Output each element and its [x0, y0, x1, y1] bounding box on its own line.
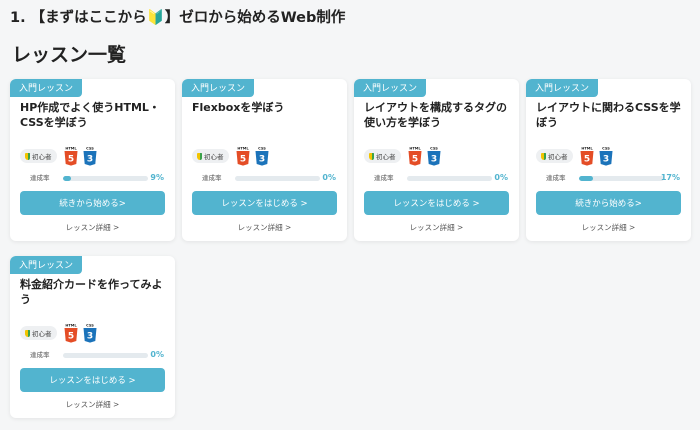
css-label: CSS [86, 324, 94, 328]
level-badge: 初心者 [20, 326, 57, 340]
progress-percent: 0% [494, 173, 508, 182]
lesson-tag: 入門レッスン [10, 79, 83, 97]
lesson-badges: 初心者 HTML 5 CSS 3 [364, 146, 442, 166]
progress-row: 達成率 0% [364, 173, 512, 183]
beginner-leaf-icon [25, 152, 30, 160]
lesson-badges: 初心者 HTML 5 CSS 3 [192, 146, 270, 166]
css-label: CSS [258, 147, 266, 151]
beginner-leaf-icon [541, 152, 546, 160]
css3-icon: CSS 3 [427, 147, 440, 166]
lesson-title: HP作成でよく使うHTML・CSSを学ぼう [20, 101, 160, 129]
lesson-tag: 入門レッスン [10, 256, 83, 274]
progress-track [235, 176, 320, 181]
progress-label: 達成率 [202, 174, 222, 182]
lesson-title: 料金紹介カードを作ってみよう [20, 278, 163, 306]
css3-icon: CSS 3 [255, 147, 268, 166]
lesson-tag: 入門レッスン [182, 79, 255, 97]
lesson-detail-link[interactable]: レッスン詳細 > [10, 399, 175, 410]
beginner-leaf-icon [25, 329, 30, 337]
html-label: HTML [65, 147, 77, 151]
lesson-title: レイアウトに関わるCSSを学ぼう [536, 101, 681, 129]
start-lesson-button[interactable]: レッスンをはじめる > [364, 191, 509, 215]
level-label: 初心者 [32, 153, 52, 161]
progress-row: 達成率 0% [192, 173, 340, 183]
beginner-leaf-icon [197, 152, 202, 160]
lesson-title: Flexboxを学ぼう [192, 101, 285, 114]
progress-percent: 0% [322, 173, 336, 182]
progress-fill [63, 176, 71, 181]
progress-track [579, 176, 664, 181]
lesson-card: 入門レッスン 料金紹介カードを作ってみよう 初心者 HTML 5 CSS 3 達… [10, 256, 175, 418]
lesson-badges: 初心者 HTML 5 CSS 3 [20, 146, 98, 166]
level-label: 初心者 [204, 153, 224, 161]
css-label: CSS [86, 147, 94, 151]
lesson-card: 入門レッスン レイアウトを構成するタグの使い方を学ぼう 初心者 HTML 5 C… [354, 79, 519, 241]
svg-text:5: 5 [411, 154, 417, 164]
lesson-card: 入門レッスン レイアウトに関わるCSSを学ぼう 初心者 HTML 5 CSS 3… [526, 79, 691, 241]
svg-text:5: 5 [239, 154, 245, 164]
progress-track [407, 176, 492, 181]
html-label: HTML [409, 147, 421, 151]
lesson-detail-link[interactable]: レッスン詳細 > [526, 222, 691, 233]
level-label: 初心者 [548, 153, 568, 161]
beginner-leaf-icon [369, 152, 374, 160]
continue-button[interactable]: 続きから始める> [536, 191, 681, 215]
progress-row: 達成率 17% [536, 173, 684, 183]
html-label: HTML [65, 324, 77, 328]
lesson-badges: 初心者 HTML 5 CSS 3 [536, 146, 614, 166]
start-lesson-button[interactable]: レッスンをはじめる > [192, 191, 337, 215]
start-lesson-button[interactable]: レッスンをはじめる > [20, 368, 165, 392]
progress-row: 達成率 0% [20, 350, 168, 360]
svg-text:3: 3 [602, 154, 608, 164]
html5-icon: HTML 5 [64, 147, 77, 166]
svg-text:5: 5 [583, 154, 589, 164]
progress-percent: 17% [660, 173, 680, 182]
html-label: HTML [237, 147, 249, 151]
lesson-detail-link[interactable]: レッスン詳細 > [10, 222, 175, 233]
level-label: 初心者 [376, 153, 396, 161]
level-badge: 初心者 [192, 149, 229, 163]
level-badge: 初心者 [536, 149, 573, 163]
level-badge: 初心者 [20, 149, 57, 163]
progress-percent: 9% [150, 173, 164, 182]
svg-text:3: 3 [86, 331, 92, 341]
svg-text:3: 3 [86, 154, 92, 164]
lesson-detail-link[interactable]: レッスン詳細 > [354, 222, 519, 233]
progress-label: 達成率 [30, 351, 50, 359]
css-label: CSS [602, 147, 610, 151]
progress-track [63, 353, 148, 358]
css3-icon: CSS 3 [599, 147, 612, 166]
progress-label: 達成率 [546, 174, 566, 182]
progress-label: 達成率 [374, 174, 394, 182]
html5-icon: HTML 5 [580, 147, 593, 166]
html5-icon: HTML 5 [64, 324, 77, 343]
lesson-title: レイアウトを構成するタグの使い方を学ぼう [364, 101, 507, 129]
css3-icon: CSS 3 [83, 147, 96, 166]
lesson-detail-link[interactable]: レッスン詳細 > [182, 222, 347, 233]
svg-text:5: 5 [67, 154, 73, 164]
progress-fill [579, 176, 594, 181]
svg-text:5: 5 [67, 331, 73, 341]
css3-icon: CSS 3 [83, 324, 96, 343]
level-badge: 初心者 [364, 149, 401, 163]
progress-percent: 0% [150, 350, 164, 359]
progress-track [63, 176, 148, 181]
html-label: HTML [581, 147, 593, 151]
lesson-card: 入門レッスン Flexboxを学ぼう 初心者 HTML 5 CSS 3 達成率 … [182, 79, 347, 241]
lesson-badges: 初心者 HTML 5 CSS 3 [20, 323, 98, 343]
html5-icon: HTML 5 [408, 147, 421, 166]
section-title: レッスン一覧 [12, 44, 127, 66]
course-title: 1. 【まずはここから🔰】ゼロから始めるWeb制作 [10, 10, 346, 26]
css-label: CSS [430, 147, 438, 151]
html5-icon: HTML 5 [236, 147, 249, 166]
svg-text:3: 3 [258, 154, 264, 164]
lesson-tag: 入門レッスン [354, 79, 427, 97]
continue-button[interactable]: 続きから始める> [20, 191, 165, 215]
progress-label: 達成率 [30, 174, 50, 182]
lesson-tag: 入門レッスン [526, 79, 599, 97]
svg-text:3: 3 [430, 154, 436, 164]
lesson-card: 入門レッスン HP作成でよく使うHTML・CSSを学ぼう 初心者 HTML 5 … [10, 79, 175, 241]
progress-row: 達成率 9% [20, 173, 168, 183]
level-label: 初心者 [32, 330, 52, 338]
